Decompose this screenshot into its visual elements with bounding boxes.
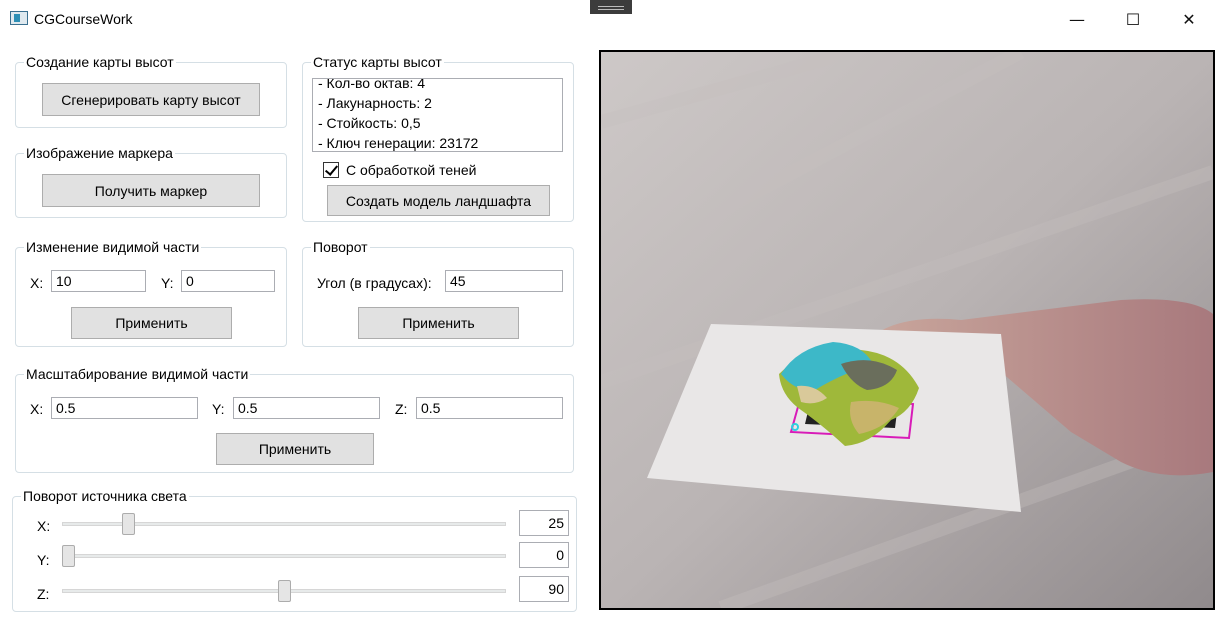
group-legend: Изображение маркера [24,144,175,162]
list-item: - Ключ генерации: 23172 [318,135,479,151]
angle-input[interactable]: 45 [445,270,563,292]
minimize-button[interactable]: — [1054,0,1100,38]
angle-label: Угол (в градусах): [317,275,432,291]
get-marker-button[interactable]: Получить маркер [42,174,260,207]
light-y-value[interactable]: 0 [519,542,569,568]
group-legend: Статус карты высот [311,53,444,71]
heightmap-create-group: Создание карты высот Сгенерировать карту… [15,53,287,128]
light-x-slider-thumb[interactable] [122,513,136,535]
create-landscape-model-button[interactable]: Создать модель ландшафта [327,185,550,216]
x-label: X: [30,401,44,417]
y-label: Y: [161,275,174,291]
group-legend: Создание карты высот [24,53,176,71]
group-legend: Изменение видимой части [24,238,202,256]
status-listbox[interactable]: - Кол-во октав: 4 - Лакунарность: 2 - Ст… [312,78,563,152]
camera-view [599,50,1215,610]
light-z-slider-thumb[interactable] [277,580,291,602]
minimize-icon: — [1069,9,1085,29]
x-input[interactable]: 10 [51,270,146,292]
light-x-label: X: [37,518,51,534]
scale-y-input[interactable]: 0.5 [233,397,380,419]
drag-grip[interactable] [590,0,632,14]
group-legend: Поворот [311,238,370,256]
apply-button[interactable]: Применить [71,307,232,339]
maximize-button[interactable]: ☐ [1110,0,1156,38]
visible-change-group: Изменение видимой части X: 10 Y: 0 Приме… [15,238,287,347]
scale-x-input[interactable]: 0.5 [51,397,198,419]
group-legend: Масштабирование видимой части [24,365,251,383]
marker-group: Изображение маркера Получить маркер [15,144,287,218]
camera-frame-image [601,52,1213,608]
close-button[interactable]: ✕ [1166,0,1212,38]
scaling-group: Масштабирование видимой части X: 0.5 Y: … [15,365,574,473]
y-label: Y: [212,401,225,417]
window-title: CGCourseWork [34,11,133,27]
generate-heightmap-button[interactable]: Сгенерировать карту высот [42,83,260,116]
scale-z-input[interactable]: 0.5 [416,397,563,419]
light-z-value[interactable]: 90 [519,576,569,602]
x-label: X: [30,275,44,291]
heightmap-status-group: Статус карты высот - Кол-во октав: 4 - Л… [302,53,574,222]
list-item: - Стойкость: 0,5 [318,115,421,131]
list-item: - Кол-во октав: 4 [318,78,426,91]
shadows-checkbox-label: С обработкой теней [346,162,477,178]
z-label: Z: [395,401,408,417]
light-y-slider-track[interactable] [62,554,506,558]
shadows-checkbox[interactable] [323,162,339,178]
light-y-label: Y: [37,552,50,568]
y-input[interactable]: 0 [181,270,275,292]
list-item: - Лакунарность: 2 [318,95,432,111]
app-icon [10,11,28,25]
close-icon: ✕ [1182,9,1196,29]
light-x-value[interactable]: 25 [519,510,569,536]
light-z-label: Z: [37,586,50,602]
apply-button[interactable]: Применить [216,433,374,465]
maximize-icon: ☐ [1125,9,1141,29]
rotation-group: Поворот Угол (в градусах): 45 Применить [302,238,574,347]
light-y-slider-thumb[interactable] [62,545,75,567]
group-legend: Поворот источника света [21,487,189,505]
apply-button[interactable]: Применить [358,307,519,339]
light-rotation-group: Поворот источника света X: 25 Y: 0 Z: 90 [12,487,577,612]
